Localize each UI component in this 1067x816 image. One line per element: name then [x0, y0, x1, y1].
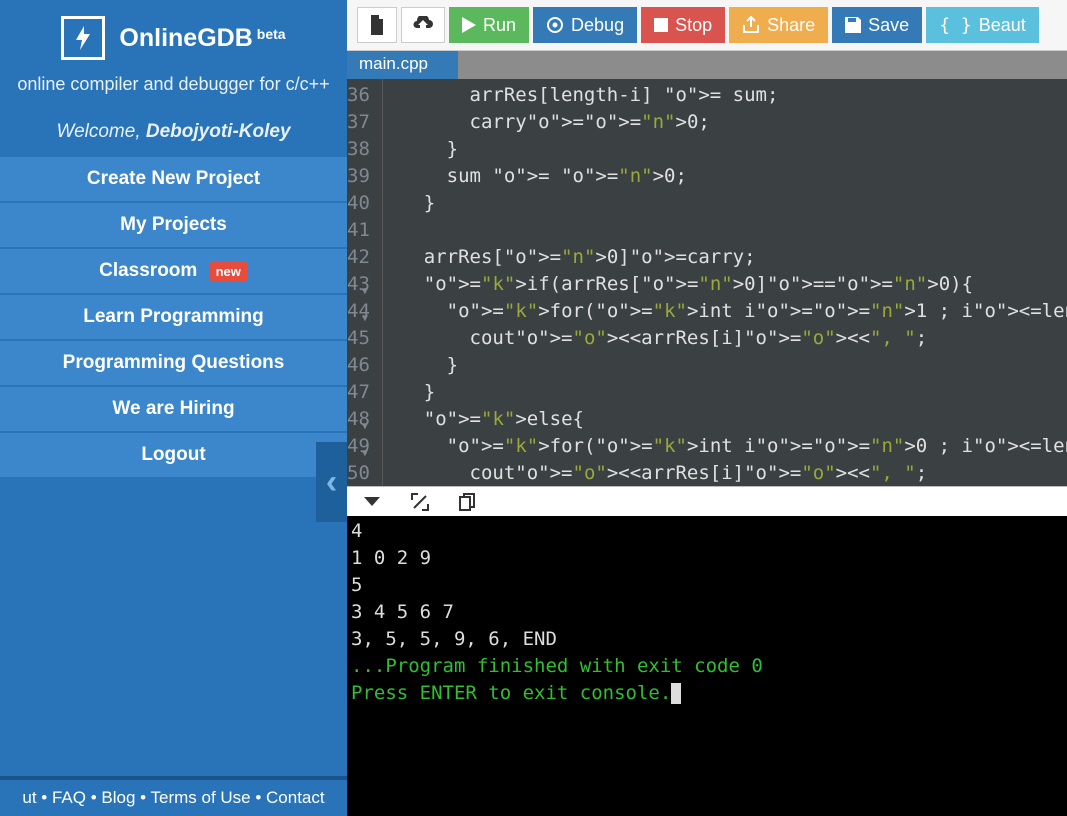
stop-icon	[654, 18, 668, 32]
brand-beta: beta	[257, 26, 286, 42]
beautify-button[interactable]: { } Beaut	[926, 7, 1039, 43]
share-icon	[742, 16, 760, 34]
sidebar-item-classroom[interactable]: Classroom new	[0, 249, 347, 295]
toolbar: Run Debug Stop Share Save { } Beaut	[347, 0, 1067, 51]
file-icon	[369, 15, 385, 35]
tab-main-cpp[interactable]: main.cpp	[347, 51, 458, 79]
sidebar: OnlineGDB beta online compiler and debugg…	[0, 0, 347, 816]
upload-icon	[413, 16, 433, 34]
sidebar-item-hiring[interactable]: We are Hiring	[0, 387, 347, 433]
brand-title: OnlineGDB beta	[119, 24, 285, 53]
logo-icon	[61, 16, 105, 60]
target-icon	[546, 16, 564, 34]
run-button[interactable]: Run	[449, 7, 529, 43]
save-button[interactable]: Save	[832, 7, 922, 43]
play-icon	[462, 17, 476, 33]
copy-icon[interactable]	[459, 493, 475, 511]
tagline: online compiler and debugger for c/c++	[0, 74, 347, 95]
console-output[interactable]: 41 0 2 953 4 5 6 73, 5, 5, 9, 6, END...P…	[347, 516, 1067, 816]
collapse-sidebar-button[interactable]: ‹	[316, 442, 347, 522]
chevron-down-icon[interactable]	[363, 496, 381, 508]
sidebar-menu: Create New Project My Projects Classroom…	[0, 157, 347, 479]
new-badge: new	[209, 262, 248, 281]
expand-icon[interactable]	[411, 493, 429, 511]
sidebar-item-questions[interactable]: Programming Questions	[0, 341, 347, 387]
welcome-text: Welcome, Debojyoti-Koley	[0, 121, 347, 143]
tab-bar: main.cpp	[347, 51, 1067, 79]
sidebar-item-logout[interactable]: Logout	[0, 433, 347, 479]
chevron-left-icon: ‹	[326, 463, 337, 502]
logo-row: OnlineGDB beta	[0, 16, 347, 60]
footer-links[interactable]: ut • FAQ • Blog • Terms of Use • Contact	[0, 776, 347, 816]
stop-button[interactable]: Stop	[641, 7, 725, 43]
main-area: Run Debug Stop Share Save { } Beaut main…	[347, 0, 1067, 816]
code-editor[interactable]: 3637383940414243▼44▼45464748▼49▼50 arrRe…	[347, 79, 1067, 486]
save-icon	[845, 17, 861, 33]
brand-name: OnlineGDB	[119, 24, 252, 52]
console-toolbar	[347, 486, 1067, 516]
sidebar-item-projects[interactable]: My Projects	[0, 203, 347, 249]
braces-icon: { }	[939, 15, 972, 36]
new-file-button[interactable]	[357, 7, 397, 43]
code-area[interactable]: arrRes[length-i] "o">= sum; carry"o">="o…	[383, 79, 1067, 486]
upload-button[interactable]	[401, 7, 445, 43]
debug-button[interactable]: Debug	[533, 7, 637, 43]
sidebar-item-learn[interactable]: Learn Programming	[0, 295, 347, 341]
line-gutter: 3637383940414243▼44▼45464748▼49▼50	[347, 79, 383, 486]
sidebar-item-create[interactable]: Create New Project	[0, 157, 347, 203]
share-button[interactable]: Share	[729, 7, 828, 43]
